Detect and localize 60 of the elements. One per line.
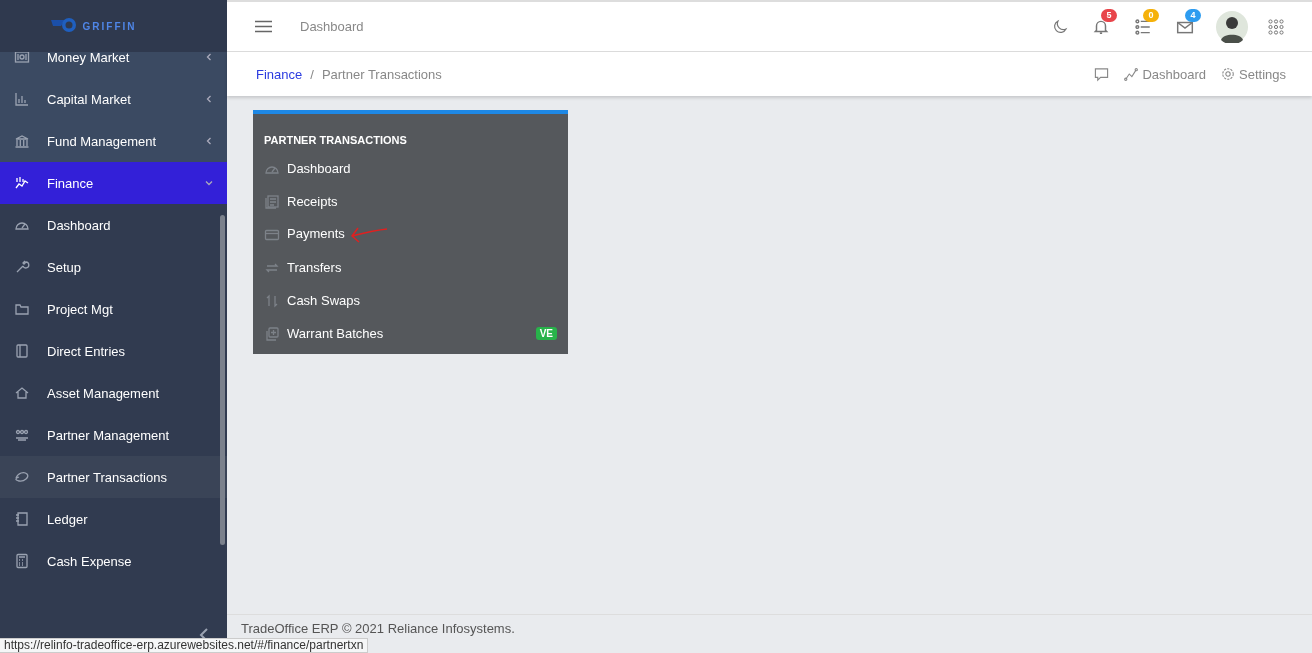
documents-icon xyxy=(264,193,280,210)
book-icon xyxy=(14,511,30,527)
apps-grid-icon[interactable] xyxy=(1268,18,1284,35)
menu-item[interactable]: Receipts xyxy=(253,185,568,218)
folder-icon xyxy=(14,301,30,317)
sidebar-item[interactable]: Setup xyxy=(0,246,227,288)
count-badge: 0 xyxy=(1143,8,1159,22)
sidebar-group[interactable]: Finance xyxy=(0,162,227,204)
avatar[interactable] xyxy=(1216,10,1248,43)
status-url: https://relinfo-tradeoffice-erp.azurewebsites.net/#/finance/partnertxn xyxy=(0,638,369,653)
bank-notes-icon xyxy=(14,52,30,65)
bank-icon xyxy=(14,133,30,149)
sidebar-group[interactable]: Fund Management xyxy=(0,120,227,162)
chevron-icon xyxy=(205,53,213,61)
sidebar-item[interactable]: Project Mgt xyxy=(0,288,227,330)
logo-text: GRIFFIN xyxy=(82,20,137,32)
chevron-icon xyxy=(205,137,213,145)
wrench-icon xyxy=(14,259,30,275)
card-title: PARTNER TRANSACTIONS xyxy=(263,134,408,146)
sidebar-item[interactable]: Cash Expense xyxy=(0,540,227,582)
people-icon xyxy=(14,427,30,443)
footer-text: TradeOffice ERP © 2021 Reliance Infosystems. xyxy=(241,621,515,636)
moon-icon[interactable] xyxy=(1052,18,1068,35)
badge: VE xyxy=(535,327,557,340)
menu-item[interactable]: Transfers xyxy=(253,251,568,284)
sidebar-item[interactable]: Dashboard xyxy=(0,204,227,246)
breadcrumb-separator: / xyxy=(310,66,314,82)
add-copy-icon xyxy=(264,325,280,342)
count-badge: 4 xyxy=(1185,8,1201,22)
gear-icon xyxy=(1221,67,1235,81)
sidebar-group[interactable]: Money Market xyxy=(0,52,227,78)
sidebar-item[interactable]: Partner Management xyxy=(0,414,227,456)
line-graph-icon xyxy=(1124,67,1139,81)
menu-item[interactable]: Payments xyxy=(253,218,568,251)
chart-icon xyxy=(14,175,30,191)
up-down-arrows-icon xyxy=(264,292,280,309)
sidebar-item[interactable]: Direct Entries xyxy=(0,330,227,372)
chevron-icon xyxy=(205,179,213,187)
sidebar-item[interactable]: Asset Management xyxy=(0,372,227,414)
menu-icon[interactable] xyxy=(255,20,272,33)
header-link[interactable]: Settings xyxy=(1221,66,1286,82)
breadcrumb-current: Partner Transactions xyxy=(321,66,442,82)
scrollbar[interactable] xyxy=(220,215,225,545)
menu-item[interactable]: Warrant Batches VE xyxy=(253,317,568,350)
chevron-icon xyxy=(205,95,213,103)
menu-item[interactable]: Cash Swaps xyxy=(253,284,568,317)
task-list-icon xyxy=(1134,17,1152,36)
sidebar-group[interactable]: Capital Market xyxy=(0,78,227,120)
calculator-icon xyxy=(14,553,30,569)
count-badge: 5 xyxy=(1101,8,1117,22)
breadcrumb-link[interactable]: Finance xyxy=(256,66,303,82)
menu-item[interactable]: Dashboard xyxy=(253,152,568,185)
page-title: Dashboard xyxy=(300,19,365,34)
sidebar-item[interactable]: Partner Transactions xyxy=(0,456,227,498)
house-icon xyxy=(14,385,30,401)
chat-icon[interactable] xyxy=(1094,66,1110,82)
bar-chart-icon xyxy=(14,91,30,107)
header-link[interactable]: Dashboard xyxy=(1124,66,1206,82)
notebook-icon xyxy=(14,343,30,359)
sidebar-item[interactable]: Ledger xyxy=(0,498,227,540)
